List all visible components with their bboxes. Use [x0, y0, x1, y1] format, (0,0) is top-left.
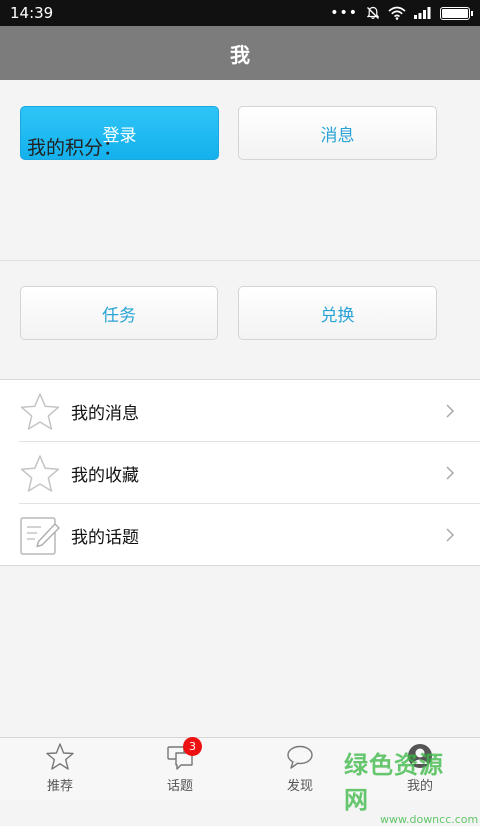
signal-icon [414, 7, 431, 19]
notification-badge: 3 [183, 737, 202, 756]
menu-item-label: 我的消息 [71, 403, 139, 424]
status-icons: ••• [330, 5, 473, 21]
tab-label: 推荐 [46, 779, 73, 794]
wifi-icon [388, 6, 406, 20]
account-section: 登录 消息 [0, 80, 480, 260]
watermark-url: www.downcc.com [380, 813, 479, 826]
page-title: 我 [230, 42, 250, 67]
tasks-button[interactable]: 任务 [20, 286, 218, 340]
tab-label: 发现 [286, 779, 313, 794]
section-divider [0, 260, 480, 261]
chevron-right-icon [446, 528, 455, 542]
tab-me[interactable]: 我的 [360, 738, 480, 801]
tab-label: 话题 [166, 779, 193, 794]
chat-bubbles-icon: 3 [165, 737, 202, 771]
status-time: 14:39 [10, 4, 54, 22]
title-bar: 我 [0, 26, 480, 80]
tab-recommend[interactable]: 推荐 [0, 738, 120, 801]
chevron-right-icon [446, 466, 455, 480]
star-icon [46, 743, 74, 770]
alarm-off-icon [366, 6, 380, 19]
status-bar: 14:39 ••• [0, 0, 480, 26]
tab-label: 我的 [406, 779, 433, 794]
messages-button[interactable]: 消息 [238, 106, 437, 160]
more-dots-icon: ••• [330, 5, 358, 21]
chevron-right-icon [446, 404, 455, 418]
star-outline-icon [20, 393, 60, 430]
star-outline-icon [20, 455, 60, 492]
menu-item-my-messages[interactable]: 我的消息 [0, 380, 480, 442]
battery-icon [440, 6, 473, 20]
exchange-button[interactable]: 兑换 [238, 286, 437, 340]
menu-item-my-favorites[interactable]: 我的收藏 [0, 442, 480, 504]
edit-note-icon [20, 517, 60, 555]
menu-list: 我的消息 我的收藏 我的话题 [0, 379, 480, 566]
menu-item-my-topics[interactable]: 我的话题 [0, 504, 480, 566]
user-icon [408, 744, 432, 768]
bottom-tab-bar: 推荐 3 话题 发现 我的 [0, 737, 480, 800]
points-label: 我的积分： [27, 137, 123, 159]
menu-item-label: 我的话题 [71, 527, 139, 548]
battery-fill [442, 8, 468, 18]
menu-item-label: 我的收藏 [71, 465, 139, 486]
tab-discover[interactable]: 发现 [240, 738, 360, 801]
speech-bubble-icon [287, 745, 313, 769]
tab-topics[interactable]: 3 话题 [120, 737, 240, 801]
